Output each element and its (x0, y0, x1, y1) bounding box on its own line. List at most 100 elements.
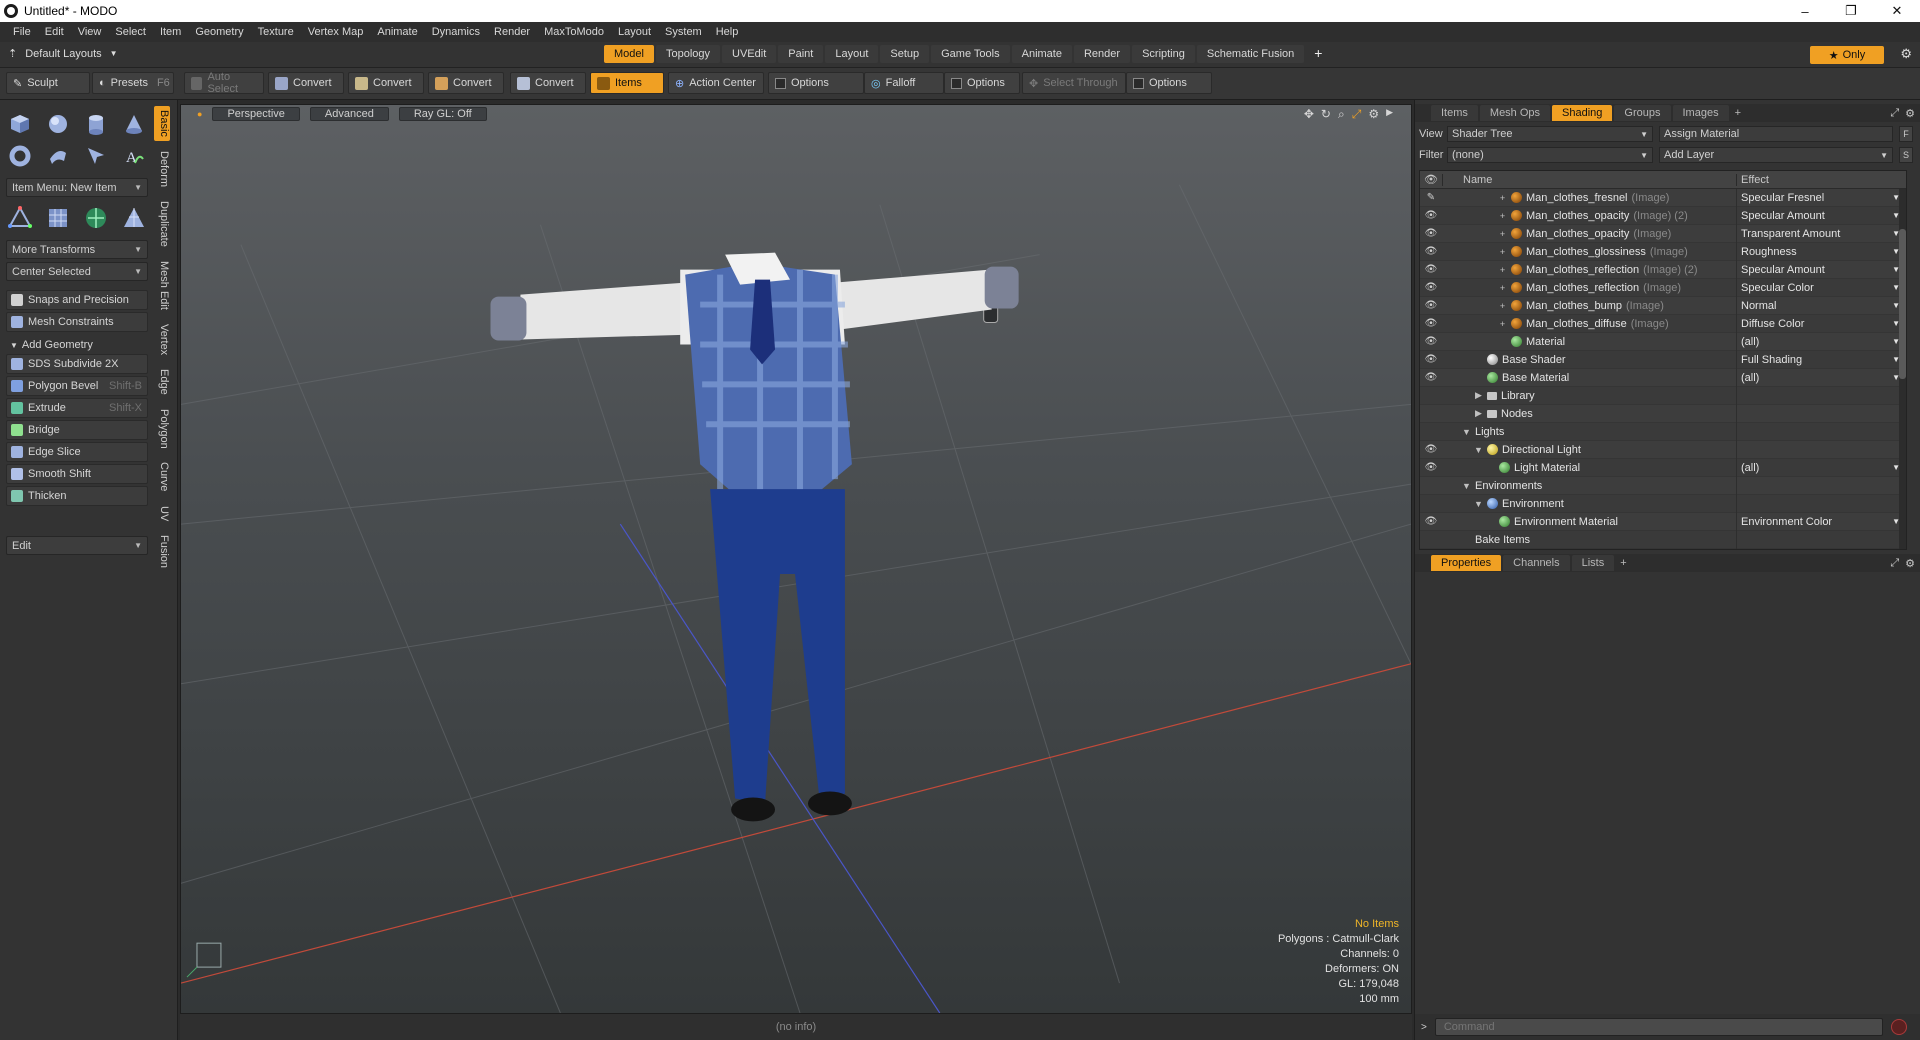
expand-toggle-icon[interactable]: + (1498, 319, 1507, 329)
view-dropdown[interactable]: Shader Tree ▼ (1447, 126, 1653, 142)
globe-icon[interactable] (82, 204, 110, 232)
gear-icon[interactable]: ⚙ (1368, 107, 1379, 122)
tab-schematic-fusion[interactable]: Schematic Fusion (1196, 45, 1305, 63)
effect-cell[interactable]: Specular Color ▼ (1736, 278, 1906, 297)
vtab-vertex[interactable]: Vertex (154, 320, 170, 359)
expand-icon[interactable]: ⤢ (1890, 107, 1899, 120)
add-geometry-header[interactable]: ▼ Add Geometry (6, 336, 148, 354)
maximize-button[interactable]: ❐ (1828, 0, 1874, 22)
gear-icon[interactable]: ⚙ (1905, 557, 1915, 570)
options-button-3[interactable]: Options (1126, 72, 1212, 94)
tab-scripting[interactable]: Scripting (1132, 45, 1195, 63)
select-through-button[interactable]: ✥ Select Through (1022, 72, 1126, 94)
menu-view[interactable]: View (71, 26, 109, 38)
shader-tree-row[interactable]: 👁 + Man_clothes_reflection (Image) (2) Specu… (1420, 260, 1906, 279)
menu-layout[interactable]: Layout (611, 26, 658, 38)
shader-tree-row[interactable]: ✎ + Man_clothes_fresnel (Image) Specular Fre… (1420, 188, 1906, 207)
vtab-mesh-edit[interactable]: Mesh Edit (154, 257, 170, 314)
visibility-eye-icon[interactable]: ✎ (1420, 192, 1442, 203)
convert-materials-button[interactable]: Convert (510, 72, 586, 94)
expand-toggle-icon[interactable]: ▼ (1474, 445, 1483, 455)
visibility-eye-icon[interactable]: 👁 (1420, 228, 1442, 239)
shader-tree-row[interactable]: 👁 Base Material (all) ▼ (1420, 368, 1906, 387)
convert-polygons-button[interactable]: Convert (428, 72, 504, 94)
expand-toggle-icon[interactable]: ▼ (1462, 427, 1471, 437)
tab-render[interactable]: Render (1073, 45, 1131, 63)
shader-tree-row[interactable]: 👁 Material (all) ▼ (1420, 332, 1906, 351)
transform-icon[interactable] (6, 204, 34, 232)
perspective-button[interactable]: Perspective (212, 107, 300, 121)
checkbox[interactable] (951, 77, 962, 89)
expand-toggle-icon[interactable]: + (1498, 193, 1507, 203)
expand-toggle-icon[interactable]: + (1498, 247, 1507, 257)
raygl-button[interactable]: Ray GL: Off (398, 107, 487, 121)
effect-cell[interactable]: Full Shading ▼ (1736, 350, 1906, 369)
3d-viewport[interactable]: ● Perspective Advanced Ray GL: Off ✥ ↻ ⌕… (180, 104, 1412, 1014)
shader-tree-row[interactable]: 👁 Base Shader Full Shading ▼ (1420, 350, 1906, 369)
more-transforms-dropdown[interactable]: More Transforms ▼ (6, 240, 148, 259)
tool-bridge[interactable]: Bridge (6, 420, 148, 440)
effect-cell[interactable]: Specular Amount ▼ (1736, 206, 1906, 225)
vtab-deform[interactable]: Deform (154, 147, 170, 191)
checkbox[interactable] (775, 77, 786, 89)
convert-edges-button[interactable]: Convert (348, 72, 424, 94)
cone-icon[interactable] (120, 110, 148, 138)
visibility-eye-icon[interactable]: 👁 (1420, 318, 1442, 329)
close-button[interactable]: ✕ (1874, 0, 1920, 22)
advanced-button[interactable]: Advanced (309, 107, 389, 121)
visibility-eye-icon[interactable]: 👁 (1420, 210, 1442, 221)
vtab-uv[interactable]: UV (154, 502, 170, 525)
shader-tree-row[interactable]: 👁 + Man_clothes_bump (Image) Normal ▼ (1420, 296, 1906, 315)
shader-tree-row[interactable]: ▶ Nodes (1420, 404, 1906, 423)
menu-help[interactable]: Help (709, 26, 746, 38)
text-tool-icon[interactable]: A (120, 142, 148, 170)
visibility-eye-icon[interactable]: 👁 (1420, 354, 1442, 365)
chevron-right-icon[interactable]: ▶ (1386, 107, 1393, 122)
command-input[interactable] (1434, 1018, 1883, 1036)
tab-setup[interactable]: Setup (880, 45, 930, 63)
minimize-button[interactable]: – (1782, 0, 1828, 22)
convert-vertices-button[interactable]: Convert (268, 72, 344, 94)
grid-icon[interactable] (44, 204, 72, 232)
tab-paint[interactable]: Paint (778, 45, 824, 63)
shader-tree-row[interactable]: 👁 Light Material (all) ▼ (1420, 458, 1906, 477)
checkbox[interactable] (1133, 77, 1144, 89)
vtab-curve[interactable]: Curve (154, 458, 170, 495)
mesh-constraints-button[interactable]: Mesh Constraints (6, 312, 148, 332)
tab-items[interactable]: Items (1431, 105, 1478, 121)
menu-edit[interactable]: Edit (38, 26, 71, 38)
tab-images[interactable]: Images (1672, 105, 1729, 121)
shader-tree-row[interactable]: ▼ Environments (1420, 476, 1906, 495)
effect-cell[interactable]: Specular Amount ▼ (1736, 260, 1906, 279)
shader-tree-row[interactable]: 👁 + Man_clothes_opacity (Image) (2) Specular… (1420, 206, 1906, 225)
torus-icon[interactable] (6, 142, 34, 170)
expand-icon[interactable]: ⤢ (1890, 557, 1899, 570)
menu-geometry[interactable]: Geometry (188, 26, 250, 38)
menu-maxtomodo[interactable]: MaxToModo (537, 26, 611, 38)
expand-toggle-icon[interactable]: ▶ (1474, 408, 1483, 419)
convert-label-1[interactable]: Convert (293, 77, 332, 89)
zoom-icon[interactable]: ⌕ (1338, 107, 1345, 122)
scrollbar-thumb[interactable] (1899, 229, 1906, 379)
tab-model[interactable]: Model (604, 45, 654, 63)
items-mode-button[interactable]: Items (590, 72, 664, 94)
menu-render[interactable]: Render (487, 26, 537, 38)
effect-cell[interactable]: Normal ▼ (1736, 296, 1906, 315)
effect-cell[interactable]: (all) ▼ (1736, 332, 1906, 351)
sphere-icon[interactable] (44, 110, 72, 138)
tab-topology[interactable]: Topology (655, 45, 721, 63)
menu-dynamics[interactable]: Dynamics (425, 26, 487, 38)
gear-icon[interactable]: ⚙ (1905, 107, 1915, 120)
f-button[interactable]: F (1899, 126, 1913, 142)
expand-toggle-icon[interactable]: + (1498, 301, 1507, 311)
fit-view-icon[interactable]: ⤢ (1352, 107, 1362, 122)
tab-lists[interactable]: Lists (1571, 555, 1615, 571)
presets-button[interactable]: ◐ Presets F6 (92, 72, 174, 94)
vtab-polygon[interactable]: Polygon (154, 405, 170, 453)
visibility-eye-icon[interactable]: 👁 (1420, 282, 1442, 293)
effect-cell[interactable]: Roughness ▼ (1736, 242, 1906, 261)
vtab-basic[interactable]: Basic (154, 106, 170, 141)
character-model[interactable] (490, 252, 1019, 822)
expand-toggle-icon[interactable]: + (1498, 283, 1507, 293)
menu-system[interactable]: System (658, 26, 709, 38)
